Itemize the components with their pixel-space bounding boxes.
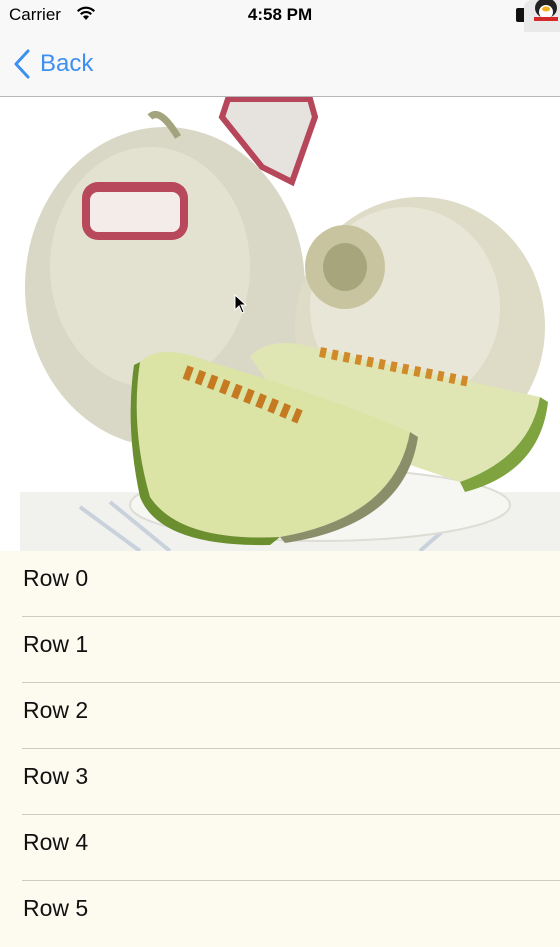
header-image-melon [0, 97, 560, 551]
clock: 4:58 PM [247, 5, 313, 24]
table-view: Row 0 Row 1 Row 2 Row 3 Row 4 Row 5 [0, 551, 560, 947]
back-button[interactable]: Back [12, 46, 93, 82]
row-label: Row 0 [23, 565, 89, 591]
table-row[interactable]: Row 1 [0, 617, 560, 683]
row-label: Row 4 [23, 829, 89, 855]
status-bar: Carrier 4:58 PM [0, 0, 560, 32]
table-row[interactable]: Row 4 [0, 815, 560, 881]
table-row[interactable]: Row 0 [0, 551, 560, 617]
row-label: Row 3 [23, 763, 89, 789]
table-row[interactable]: Row 2 [0, 683, 560, 749]
row-label: Row 2 [23, 697, 89, 723]
table-row[interactable]: Row 3 [0, 749, 560, 815]
navigation-bar: Back [0, 32, 560, 97]
back-label: Back [40, 50, 94, 77]
table-row[interactable]: Row 5 [0, 881, 560, 947]
row-label: Row 5 [23, 895, 89, 921]
chevron-left-icon [14, 49, 30, 79]
row-label: Row 1 [23, 631, 89, 657]
pointer-cursor-icon [234, 294, 248, 314]
